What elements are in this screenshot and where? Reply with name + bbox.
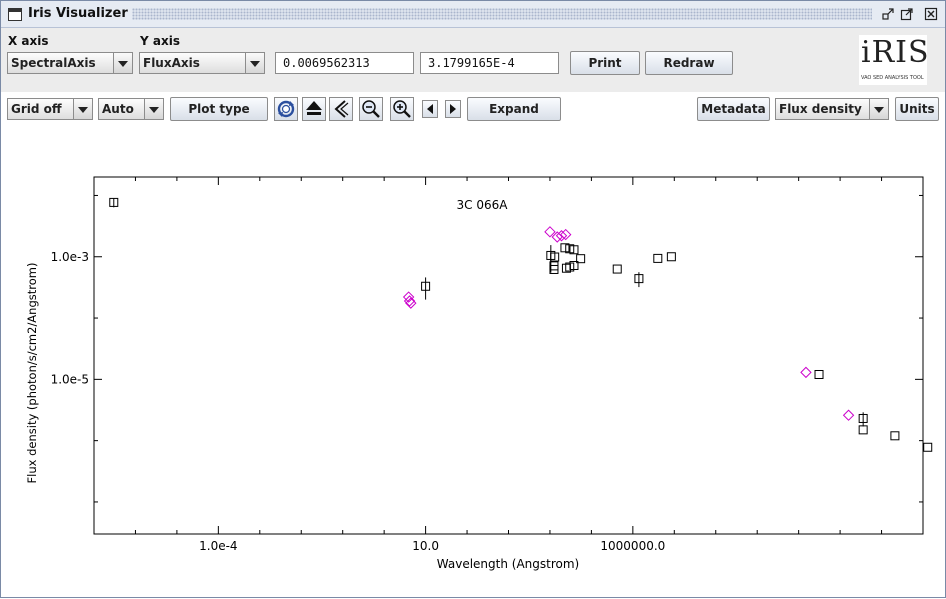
close-icon[interactable] — [924, 7, 938, 21]
iris-visualizer-window: Iris Visualizer X axis Y axis SpectralAx… — [0, 0, 946, 598]
x-tick-label: 10.0 — [412, 539, 439, 553]
data-point-square — [666, 252, 676, 262]
grid-select-value: Grid off — [11, 102, 62, 116]
data-point-square — [653, 253, 663, 263]
data-point-diamond — [403, 295, 416, 307]
data-point-square — [565, 262, 575, 272]
data-point-square — [569, 260, 579, 270]
zoom-out-icon[interactable] — [359, 97, 383, 121]
data-point-square — [549, 264, 559, 274]
print-button[interactable]: Print — [570, 51, 640, 75]
data-point-square — [814, 369, 824, 379]
metadata-button[interactable]: Metadata — [697, 97, 770, 121]
data-point-diamond — [405, 297, 417, 309]
data-point-square — [890, 431, 900, 441]
data-point-diamond — [551, 231, 563, 243]
logo-text: iRIS — [861, 35, 930, 70]
x-axis-select-value: SpectralAxis — [11, 56, 96, 70]
x-tick-label: 1000000.0 — [600, 539, 665, 553]
scale-select-value: Auto — [102, 102, 134, 116]
chevron-down-icon[interactable] — [869, 99, 888, 119]
pan-right-icon[interactable] — [445, 100, 461, 118]
redraw-button[interactable]: Redraw — [645, 51, 733, 75]
data-point-square — [550, 252, 560, 262]
y-tick-label: 1.0e-5 — [51, 372, 89, 386]
data-point-diamond — [800, 366, 812, 379]
data-point-diamond — [555, 230, 568, 242]
plot-frame — [93, 176, 924, 535]
y-tick-label: 1.0e-3 — [51, 250, 89, 264]
plot-type-button[interactable]: Plot type — [170, 97, 268, 121]
y-axis-title: Flux density (photon/s/cm2/Angstrom) — [25, 263, 39, 484]
flux-select-value: Flux density — [779, 102, 862, 116]
x-coordinate-field[interactable]: 0.0069562313 — [275, 52, 414, 74]
y-coordinate-field[interactable]: 3.1799165E-4 — [420, 52, 559, 74]
x-axis-title: Wavelength (Angstrom) — [437, 557, 579, 571]
flux-select[interactable]: Flux density — [775, 98, 889, 120]
y-axis-select[interactable]: FluxAxis — [139, 52, 265, 74]
zoom-back-icon[interactable] — [329, 97, 353, 121]
pan-left-icon[interactable] — [422, 100, 438, 118]
scale-select[interactable]: Auto — [98, 98, 164, 120]
refresh-icon[interactable] — [274, 97, 298, 121]
data-point-diamond — [560, 228, 572, 241]
chevron-down-icon[interactable] — [113, 53, 132, 73]
data-point-square — [546, 250, 556, 260]
y-axis-select-value: FluxAxis — [143, 56, 200, 70]
data-point-square — [858, 425, 868, 435]
units-button[interactable]: Units — [895, 97, 939, 121]
window-title: Iris Visualizer — [28, 6, 128, 21]
title-bar[interactable]: Iris Visualizer — [1, 1, 945, 28]
x-axis-select[interactable]: SpectralAxis — [7, 52, 133, 74]
axis-toolbar: X axis Y axis SpectralAxis FluxAxis 0.00… — [1, 28, 945, 92]
data-point-square — [549, 261, 559, 271]
data-point-diamond — [544, 226, 556, 238]
expand-button[interactable]: Expand — [467, 97, 561, 121]
data-point-square — [576, 254, 586, 264]
data-point-square — [561, 263, 571, 273]
data-point-diamond — [402, 291, 415, 303]
minimize-icon[interactable] — [881, 7, 895, 21]
grid-select[interactable]: Grid off — [7, 98, 93, 120]
zoom-in-icon[interactable] — [390, 97, 414, 121]
data-point-square — [569, 245, 579, 255]
plot-title: 3C 066A — [457, 198, 509, 212]
zoom-to-fit-icon[interactable] — [302, 97, 326, 121]
data-point-square — [923, 442, 933, 452]
data-point-square — [612, 264, 622, 274]
chevron-down-icon[interactable] — [73, 99, 92, 119]
data-point-square — [421, 281, 431, 291]
data-point-square — [858, 413, 868, 423]
data-point-diamond — [842, 409, 855, 421]
data-point-square — [109, 197, 119, 207]
logo-subtitle: VAO SED ANALYSIS TOOL — [861, 75, 924, 81]
chevron-down-icon[interactable] — [245, 53, 264, 73]
chevron-down-icon[interactable] — [144, 99, 163, 119]
data-point-square — [565, 244, 575, 254]
maximize-icon[interactable] — [900, 7, 914, 21]
data-point-square — [634, 274, 644, 284]
y-axis-label: Y axis — [140, 34, 180, 48]
x-axis-label: X axis — [8, 34, 49, 48]
title-bar-grip — [132, 8, 872, 20]
window-icon — [8, 8, 22, 21]
iris-logo: iRIS VAO SED ANALYSIS TOOL — [859, 35, 930, 85]
x-tick-label: 1.0e-4 — [199, 539, 237, 553]
data-point-square — [560, 243, 570, 253]
